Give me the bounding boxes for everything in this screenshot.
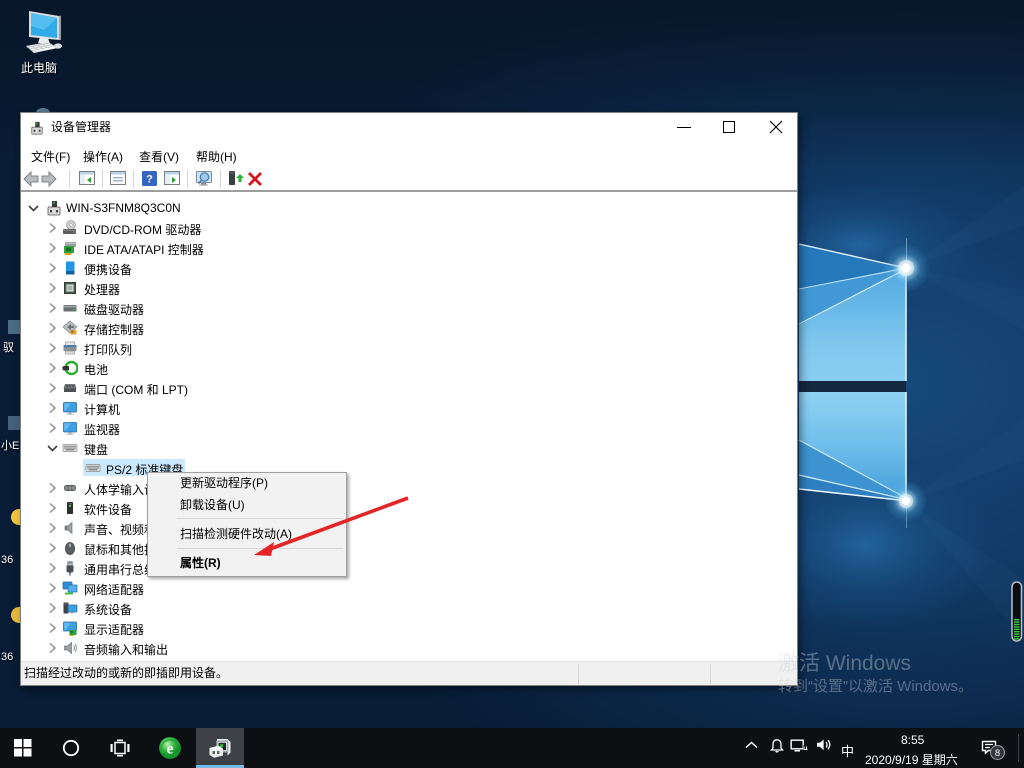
svg-text:?: ? — [146, 174, 153, 186]
svg-text:e: e — [167, 740, 174, 757]
svg-text:8: 8 — [995, 748, 1000, 759]
